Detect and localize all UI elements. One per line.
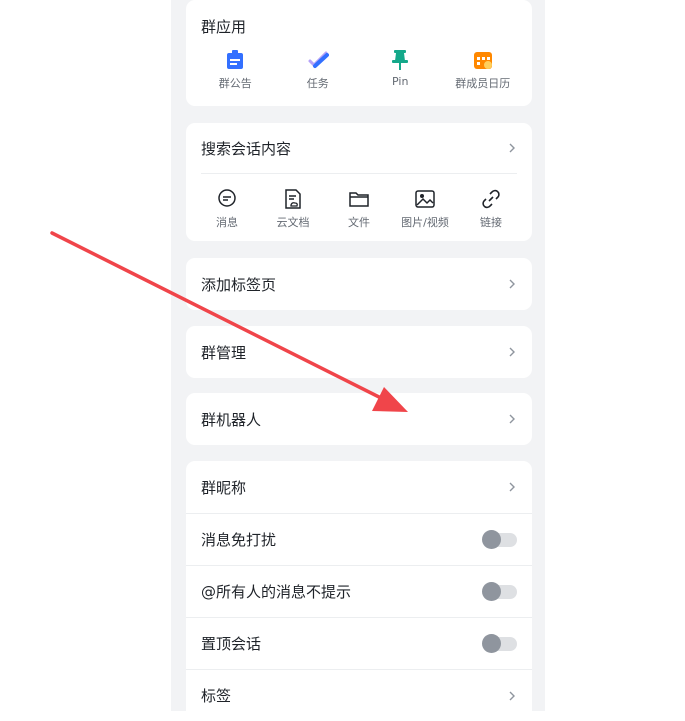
red-arrow-annotation bbox=[50, 231, 408, 412]
